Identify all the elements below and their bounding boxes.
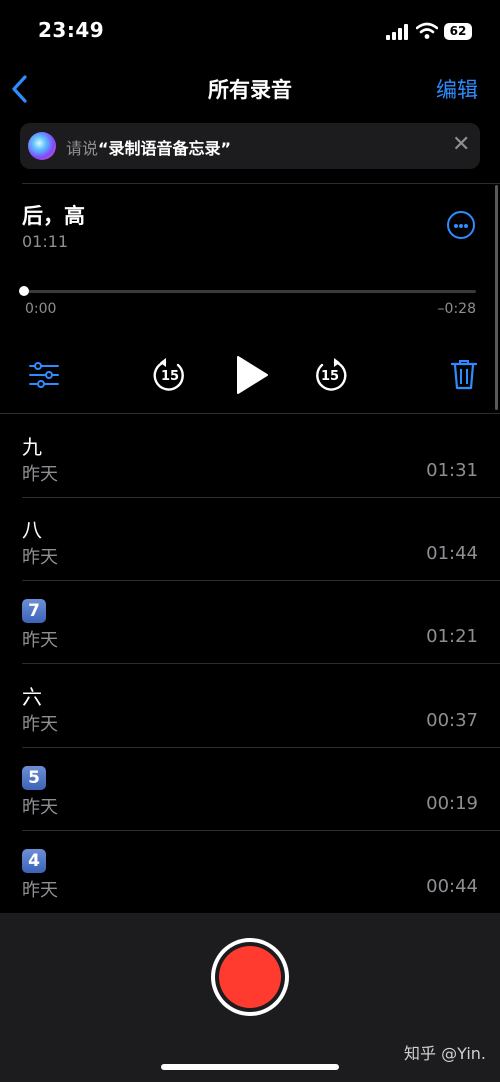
list-item-duration: 01:44 xyxy=(426,543,478,564)
list-item-title[interactable]: 八 xyxy=(22,514,42,543)
recording-duration: 01:11 xyxy=(22,232,69,251)
record-button[interactable] xyxy=(219,946,281,1008)
list-item-date: 昨天 xyxy=(22,630,58,651)
elapsed-time: 0:00 xyxy=(25,301,57,317)
status-time: 23:49 xyxy=(38,18,105,42)
skip-forward-15-icon[interactable]: 15 xyxy=(313,358,347,392)
list-item-date: 昨天 xyxy=(22,880,58,901)
edit-button[interactable]: 编辑 xyxy=(436,74,478,104)
list-item-title[interactable]: 7 xyxy=(22,597,46,623)
edit-options-sliders-icon[interactable] xyxy=(29,362,59,388)
list-item-duration: 00:44 xyxy=(426,876,478,897)
scrubber-handle[interactable] xyxy=(19,286,29,296)
keycap-five-icon: 5 xyxy=(22,766,46,790)
page-title: 所有录音 xyxy=(208,78,292,102)
list-item-duration: 00:19 xyxy=(426,793,478,814)
list-item-title[interactable]: 5 xyxy=(22,764,46,790)
list-item-duration: 01:31 xyxy=(426,460,478,481)
wifi-icon xyxy=(416,22,438,39)
scroll-indicator xyxy=(495,185,498,410)
more-options-icon[interactable] xyxy=(447,211,475,239)
siri-icon xyxy=(28,132,56,160)
list-item-title[interactable]: 九 xyxy=(22,431,42,460)
list-item-duration: 01:21 xyxy=(426,626,478,647)
list-item-date: 昨天 xyxy=(22,714,58,735)
list-item-date: 昨天 xyxy=(22,797,58,818)
watermark: 知乎 @Yin. xyxy=(404,1044,486,1063)
divider xyxy=(22,830,500,831)
list-item-title[interactable]: 六 xyxy=(22,681,42,710)
play-icon[interactable] xyxy=(235,355,269,395)
trash-icon[interactable] xyxy=(450,358,478,390)
list-item-title[interactable]: 4 xyxy=(22,847,46,873)
skip-back-label: 15 xyxy=(161,369,179,384)
divider xyxy=(0,413,500,414)
list-item-duration: 00:37 xyxy=(426,710,478,731)
recording-title[interactable]: 后，高 xyxy=(22,200,85,230)
list-item-date: 昨天 xyxy=(22,464,58,485)
cellular-signal-icon xyxy=(386,24,408,40)
divider xyxy=(22,497,500,498)
keycap-four-icon: 4 xyxy=(22,849,46,873)
skip-back-15-icon[interactable]: 15 xyxy=(153,358,187,392)
siri-suggestion-banner[interactable]: 请说“录制语音备忘录” ✕ xyxy=(20,123,480,169)
divider xyxy=(22,663,500,664)
keycap-seven-icon: 7 xyxy=(22,599,46,623)
playback-scrubber[interactable] xyxy=(22,290,476,293)
divider xyxy=(22,580,500,581)
home-indicator[interactable] xyxy=(161,1064,339,1070)
close-icon[interactable]: ✕ xyxy=(452,132,470,157)
list-item-date: 昨天 xyxy=(22,547,58,568)
skip-forward-label: 15 xyxy=(321,369,339,384)
divider xyxy=(22,183,500,184)
remaining-time: –0:28 xyxy=(437,301,476,317)
siri-suggestion-text: 请说“录制语音备忘录” xyxy=(66,139,232,158)
divider xyxy=(22,747,500,748)
battery-icon: 62 xyxy=(444,23,472,40)
